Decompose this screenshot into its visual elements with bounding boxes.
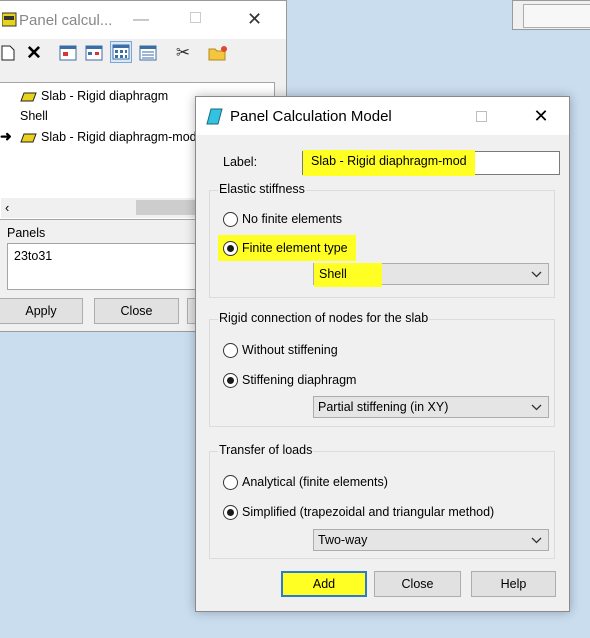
apply-label: Apply bbox=[25, 304, 57, 318]
chevron-down-icon bbox=[531, 401, 542, 415]
radio-icon bbox=[223, 240, 238, 256]
radio-icon bbox=[223, 504, 238, 520]
scroll-left-icon[interactable]: ‹ bbox=[5, 200, 9, 215]
radio-stiffening-diaphragm[interactable]: Stiffening diaphragm bbox=[223, 370, 356, 390]
close-dialog-button[interactable]: Close bbox=[374, 571, 461, 597]
radio-icon bbox=[223, 474, 238, 490]
delete-icon[interactable]: ✕ bbox=[23, 42, 45, 64]
close-button[interactable]: Close bbox=[94, 298, 179, 324]
radio-label: Analytical (finite elements) bbox=[242, 475, 388, 489]
arrow-right-icon: ➜ bbox=[0, 128, 12, 144]
view-2-icon[interactable] bbox=[83, 42, 105, 64]
model-label: Slab - Rigid diaphragm bbox=[41, 89, 169, 103]
slab-icon bbox=[20, 132, 37, 143]
radio-without-stiffening[interactable]: Without stiffening bbox=[223, 340, 338, 360]
radio-label: Finite element type bbox=[242, 241, 348, 255]
cut-icon[interactable]: ✂ bbox=[172, 42, 194, 64]
add-button[interactable]: Add bbox=[281, 571, 367, 597]
maximize-icon bbox=[475, 110, 487, 122]
folder-open-icon[interactable] bbox=[207, 42, 229, 64]
list-item[interactable]: Shell bbox=[20, 107, 48, 125]
dialog-title-bar: Panel Calculation Model ✕ bbox=[196, 97, 569, 135]
window-title: Panel calcul... bbox=[19, 12, 113, 29]
maximize-icon[interactable] bbox=[190, 12, 201, 23]
minimize-icon[interactable]: — bbox=[133, 11, 149, 29]
input-field[interactable] bbox=[523, 4, 590, 28]
radio-finite-element-type[interactable]: Finite element type bbox=[218, 235, 356, 261]
table-view-icon[interactable] bbox=[137, 42, 159, 64]
close-label: Close bbox=[120, 304, 153, 318]
transfer-of-loads-group: Transfer of loads Analytical (finite ele… bbox=[209, 443, 555, 559]
elastic-stiffness-group: Elastic stiffness No finite elements Fin… bbox=[209, 182, 555, 298]
group-title: Transfer of loads bbox=[218, 443, 314, 457]
radio-label: Stiffening diaphragm bbox=[242, 373, 357, 387]
panels-value: 23to31 bbox=[14, 249, 53, 263]
radio-icon bbox=[223, 372, 238, 388]
app-icon bbox=[1, 12, 18, 31]
fe-type-select[interactable]: Shell bbox=[313, 263, 549, 287]
radio-simplified[interactable]: Simplified (trapezoidal and triangular m… bbox=[223, 502, 494, 522]
close-icon[interactable]: ✕ bbox=[247, 9, 262, 30]
dialog-app-icon bbox=[206, 108, 224, 128]
dialog-title: Panel Calculation Model bbox=[230, 108, 392, 125]
add-label: Add bbox=[312, 577, 336, 591]
load-distribution-select[interactable]: Two-way bbox=[313, 529, 549, 551]
label-input[interactable]: Slab - Rigid diaphragm-mod bbox=[302, 150, 560, 176]
list-item[interactable]: Slab - Rigid diaphragm bbox=[20, 87, 168, 105]
select-value: Partial stiffening (in XY) bbox=[318, 400, 449, 414]
radio-label: Without stiffening bbox=[242, 343, 338, 357]
radio-no-finite-elements[interactable]: No finite elements bbox=[223, 209, 342, 229]
radio-icon bbox=[223, 211, 238, 227]
close-label: Close bbox=[401, 577, 434, 591]
rigid-connection-group: Rigid connection of nodes for the slab W… bbox=[209, 311, 555, 427]
label-value: Slab - Rigid diaphragm-mod bbox=[303, 150, 475, 176]
panel-calculation-model-dialog: Panel Calculation Model ✕ Label: Slab - … bbox=[195, 96, 570, 612]
title-bar: Panel calcul... — ✕ bbox=[0, 1, 286, 39]
model-label: Shell bbox=[20, 109, 48, 123]
select-value: Shell bbox=[314, 263, 382, 287]
radio-icon bbox=[223, 342, 238, 358]
background-window-right bbox=[512, 0, 590, 30]
radio-label: Simplified (trapezoidal and triangular m… bbox=[242, 505, 495, 519]
list-item-active[interactable]: Slab - Rigid diaphragm-mod bbox=[20, 128, 197, 146]
chevron-down-icon bbox=[531, 268, 542, 282]
toolbar: ✕ ✂ bbox=[0, 41, 249, 67]
stiffening-select[interactable]: Partial stiffening (in XY) bbox=[313, 396, 549, 418]
close-icon: ✕ bbox=[533, 105, 549, 126]
group-title: Rigid connection of nodes for the slab bbox=[218, 311, 430, 325]
maximize-button[interactable] bbox=[458, 97, 504, 135]
panels-label: Panels bbox=[7, 226, 46, 240]
chevron-down-icon bbox=[531, 534, 542, 548]
grid-view-icon[interactable] bbox=[110, 41, 132, 63]
new-icon[interactable] bbox=[0, 42, 19, 64]
close-button[interactable]: ✕ bbox=[518, 97, 564, 135]
apply-button[interactable]: Apply bbox=[0, 298, 83, 324]
radio-label: No finite elements bbox=[242, 212, 343, 226]
radio-analytical[interactable]: Analytical (finite elements) bbox=[223, 472, 388, 492]
help-button[interactable]: Help bbox=[471, 571, 556, 597]
select-value: Two-way bbox=[318, 533, 368, 547]
help-label: Help bbox=[500, 577, 527, 591]
slab-icon bbox=[20, 91, 37, 102]
view-1-icon[interactable] bbox=[57, 42, 79, 64]
group-title: Elastic stiffness bbox=[218, 182, 306, 196]
model-label: Slab - Rigid diaphragm-mod bbox=[41, 130, 197, 144]
label-caption: Label: bbox=[223, 155, 258, 169]
